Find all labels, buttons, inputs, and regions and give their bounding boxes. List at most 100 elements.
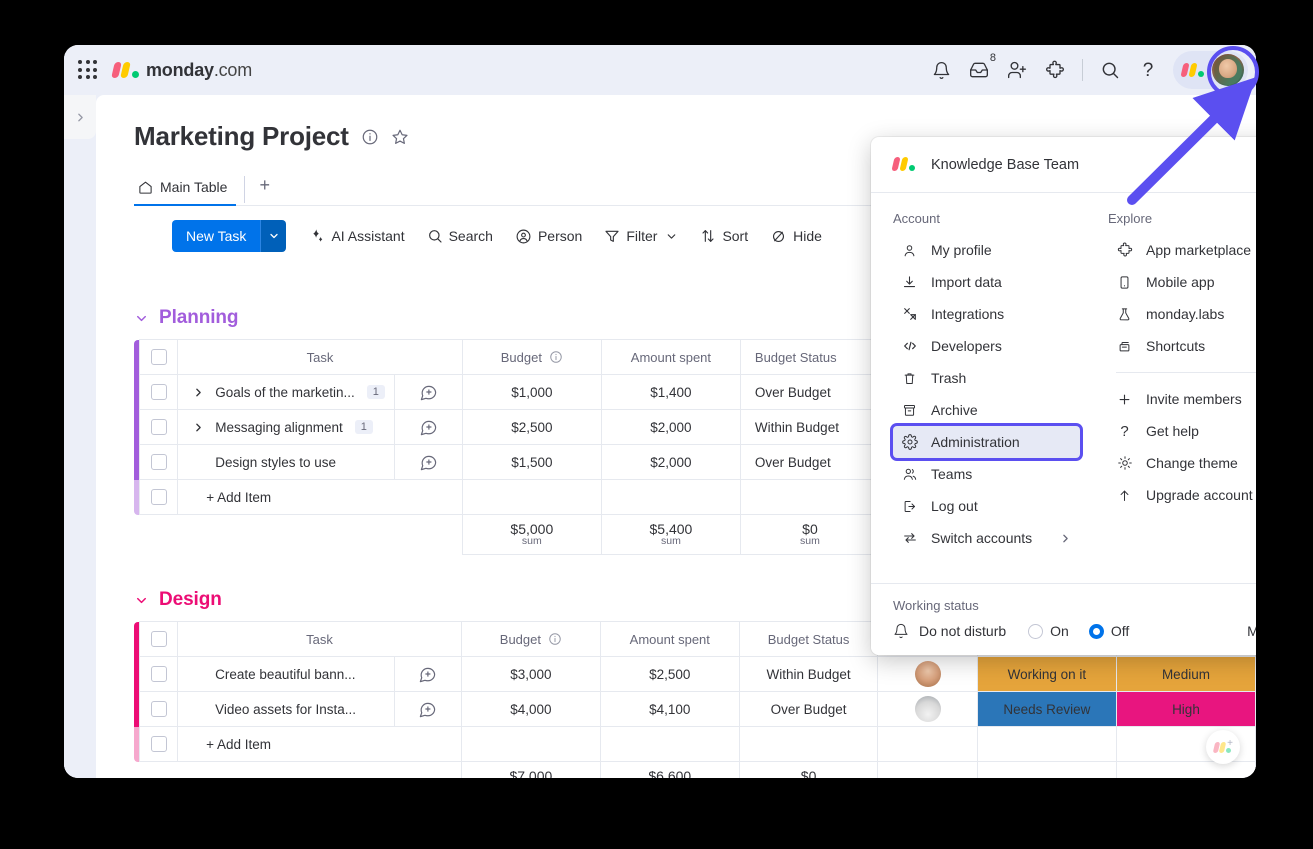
row-checkbox[interactable] bbox=[150, 666, 167, 683]
invite-members-icon[interactable] bbox=[998, 51, 1036, 89]
add-update-icon[interactable] bbox=[395, 700, 461, 719]
help-icon[interactable]: ? bbox=[1129, 51, 1167, 89]
menu-item-mobile-app[interactable]: Mobile app bbox=[1108, 266, 1256, 298]
menu-item-monday-labs[interactable]: monday.labs bbox=[1108, 298, 1256, 330]
menu-item-app-marketplace[interactable]: App marketplace bbox=[1108, 234, 1256, 266]
add-item-row[interactable]: + Add Item bbox=[134, 726, 1256, 762]
ai-assistant-button[interactable]: AI Assistant bbox=[300, 221, 413, 251]
dnd-option-off[interactable]: Off bbox=[1088, 623, 1129, 639]
menu-item-archive[interactable]: Archive bbox=[893, 394, 1080, 426]
owner-avatar[interactable] bbox=[914, 696, 941, 722]
menu-item-my-profile[interactable]: My profile bbox=[893, 234, 1080, 266]
row-checkbox[interactable] bbox=[150, 489, 167, 506]
info-icon[interactable] bbox=[361, 128, 379, 146]
task-cell[interactable]: Design styles to use bbox=[177, 444, 396, 480]
amount-spent-cell[interactable]: $2,500 bbox=[599, 656, 740, 692]
row-checkbox[interactable] bbox=[150, 454, 167, 471]
budget-cell[interactable]: $2,500 bbox=[461, 409, 602, 445]
inbox-icon[interactable]: 8 bbox=[960, 51, 998, 89]
add-update-icon[interactable] bbox=[395, 665, 461, 684]
menu-item-get-help[interactable]: ? Get help bbox=[1108, 415, 1256, 447]
row-checkbox-cell[interactable] bbox=[139, 656, 179, 692]
menu-item-upgrade-account[interactable]: Upgrade account bbox=[1108, 479, 1256, 511]
expand-subitems-icon[interactable] bbox=[192, 386, 205, 399]
chat-cell[interactable] bbox=[394, 374, 463, 410]
amount-spent-cell[interactable]: $2,000 bbox=[600, 444, 741, 480]
expand-subitems-icon[interactable] bbox=[192, 421, 205, 434]
info-icon[interactable] bbox=[549, 350, 563, 364]
table-row[interactable]: Video assets for Insta... $4,000 $4,100 … bbox=[134, 691, 1256, 727]
radio-on[interactable] bbox=[1028, 623, 1044, 639]
chevron-down-icon[interactable] bbox=[134, 593, 149, 608]
row-checkbox[interactable] bbox=[150, 419, 167, 436]
task-cell[interactable]: Goals of the marketin... 1 bbox=[177, 374, 396, 410]
column-header-budget-status[interactable]: Budget Status bbox=[739, 339, 881, 375]
budget-cell[interactable]: $1,500 bbox=[461, 444, 602, 480]
budget-status-cell[interactable]: Within Budget bbox=[739, 409, 881, 445]
user-avatar[interactable] bbox=[1212, 54, 1244, 86]
column-header-budget-status[interactable]: Budget Status bbox=[738, 621, 879, 657]
search-button[interactable]: Search bbox=[418, 221, 502, 251]
row-checkbox-cell[interactable] bbox=[139, 444, 179, 480]
row-checkbox-cell[interactable] bbox=[139, 374, 179, 410]
budget-cell[interactable]: $1,000 bbox=[461, 374, 602, 410]
menu-item-administration[interactable]: Administration bbox=[893, 426, 1080, 458]
budget-status-cell[interactable]: Within Budget bbox=[738, 656, 879, 692]
more-button[interactable]: More bbox=[1247, 623, 1256, 639]
add-update-icon[interactable] bbox=[395, 383, 461, 402]
new-task-caret-icon[interactable] bbox=[260, 220, 287, 252]
search-icon[interactable] bbox=[1091, 51, 1129, 89]
profile-chip[interactable] bbox=[1173, 51, 1248, 89]
owner-cell[interactable] bbox=[877, 656, 978, 692]
budget-status-cell[interactable]: Over Budget bbox=[739, 444, 881, 480]
sidebar-expand-button[interactable] bbox=[64, 95, 96, 139]
apps-grid-icon[interactable] bbox=[77, 59, 99, 81]
select-all-cell[interactable] bbox=[139, 621, 179, 657]
priority-cell[interactable]: Medium bbox=[1115, 656, 1256, 692]
owner-cell[interactable] bbox=[877, 691, 978, 727]
amount-spent-cell[interactable]: $2,000 bbox=[600, 409, 741, 445]
info-icon[interactable] bbox=[548, 632, 562, 646]
budget-status-cell[interactable]: Over Budget bbox=[739, 374, 881, 410]
budget-status-cell[interactable]: Over Budget bbox=[738, 691, 879, 727]
hide-button[interactable]: Hide bbox=[761, 221, 831, 252]
chat-cell[interactable] bbox=[393, 691, 462, 727]
row-checkbox-cell[interactable] bbox=[139, 691, 179, 727]
select-all-cell[interactable] bbox=[139, 339, 179, 375]
chat-cell[interactable] bbox=[394, 444, 463, 480]
select-all-checkbox[interactable] bbox=[150, 349, 167, 366]
apps-puzzle-icon[interactable] bbox=[1036, 51, 1074, 89]
select-all-checkbox[interactable] bbox=[150, 631, 167, 648]
menu-item-import-data[interactable]: Import data bbox=[893, 266, 1080, 298]
menu-item-teams[interactable]: Teams bbox=[893, 458, 1080, 490]
chat-cell[interactable] bbox=[394, 409, 463, 445]
star-icon[interactable] bbox=[391, 128, 409, 146]
dropdown-team-header[interactable]: Knowledge Base Team bbox=[871, 137, 1256, 193]
column-header-amount-spent[interactable]: Amount spent bbox=[599, 621, 740, 657]
column-header-task[interactable]: Task bbox=[177, 339, 463, 375]
row-checkbox-cell[interactable] bbox=[139, 479, 179, 515]
amount-spent-cell[interactable]: $4,100 bbox=[599, 691, 740, 727]
priority-cell[interactable]: High bbox=[1115, 691, 1256, 727]
status-cell[interactable]: Needs Review bbox=[976, 691, 1117, 727]
chat-cell[interactable] bbox=[393, 656, 462, 692]
menu-item-developers[interactable]: Developers bbox=[893, 330, 1080, 362]
task-cell[interactable]: Messaging alignment 1 bbox=[177, 409, 396, 445]
row-checkbox[interactable] bbox=[150, 701, 167, 718]
owner-avatar[interactable] bbox=[914, 661, 941, 687]
filter-button[interactable]: Filter bbox=[595, 221, 687, 251]
table-row[interactable]: Create beautiful bann... $3,000 $2,500 W… bbox=[134, 656, 1256, 692]
menu-item-invite-members[interactable]: Invite members bbox=[1108, 383, 1256, 415]
add-update-icon[interactable] bbox=[395, 453, 461, 472]
status-cell[interactable]: Working on it bbox=[976, 656, 1117, 692]
menu-item-shortcuts[interactable]: Shortcuts bbox=[1108, 330, 1256, 362]
amount-spent-cell[interactable]: $1,400 bbox=[600, 374, 741, 410]
assistant-fab-button[interactable]: + bbox=[1206, 730, 1240, 764]
new-task-button[interactable]: New Task bbox=[172, 220, 287, 252]
budget-cell[interactable]: $3,000 bbox=[460, 656, 601, 692]
menu-item-change-theme[interactable]: Change theme bbox=[1108, 447, 1256, 479]
menu-item-switch-accounts[interactable]: Switch accounts bbox=[893, 522, 1080, 554]
notifications-icon[interactable] bbox=[922, 51, 960, 89]
chevron-down-icon[interactable] bbox=[134, 311, 149, 326]
row-checkbox[interactable] bbox=[150, 384, 167, 401]
